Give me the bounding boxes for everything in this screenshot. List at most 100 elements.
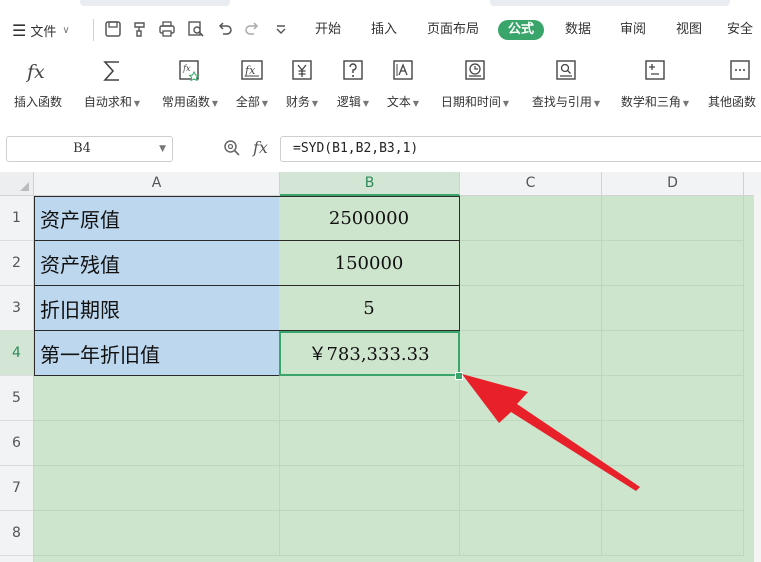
chevron-down-icon[interactable]: ▼ bbox=[159, 137, 166, 161]
name-box-value: B4 bbox=[73, 141, 91, 156]
logical-functions-button[interactable]: 逻辑 ▼ bbox=[333, 54, 373, 114]
more-functions-label: 其他函数 bbox=[708, 95, 757, 109]
tab-formulas[interactable]: 公式 bbox=[498, 20, 545, 40]
all-functions-label: 全部 bbox=[235, 95, 260, 109]
print-icon[interactable] bbox=[158, 20, 176, 38]
star-function-icon: fx bbox=[178, 58, 202, 84]
cell-a7[interactable] bbox=[34, 466, 280, 511]
cell-b2[interactable]: 150000 bbox=[279, 241, 460, 286]
cell-c1[interactable] bbox=[460, 196, 602, 241]
row-header-5[interactable]: 5 bbox=[0, 376, 33, 421]
tab-data[interactable]: 数据 bbox=[560, 20, 596, 40]
text-label: 文本 bbox=[386, 95, 411, 109]
cell-c7[interactable] bbox=[460, 466, 602, 511]
row-header-2[interactable]: 2 bbox=[0, 241, 33, 286]
cell-c2[interactable] bbox=[460, 241, 602, 286]
cell-a3[interactable]: 折旧期限 bbox=[34, 286, 280, 331]
cell-b4[interactable]: ￥783,333.33 bbox=[279, 331, 460, 376]
column-header-e[interactable] bbox=[744, 172, 761, 195]
cell-d1[interactable] bbox=[602, 196, 744, 241]
save-icon[interactable] bbox=[104, 20, 122, 38]
common-functions-button[interactable]: fx 常用函数 ▼ bbox=[154, 54, 226, 114]
financial-functions-button[interactable]: 财务 ▼ bbox=[282, 54, 322, 114]
tab-security[interactable]: 安全 bbox=[727, 20, 761, 40]
cell-c4[interactable] bbox=[460, 331, 602, 376]
file-menu[interactable]: ☰ 文件 ∨ bbox=[12, 19, 70, 41]
column-header-c[interactable]: C bbox=[460, 172, 602, 195]
function-box-icon: fx bbox=[240, 58, 264, 84]
name-box[interactable]: B4 ▼ bbox=[6, 136, 173, 162]
customize-toolbar-icon[interactable] bbox=[272, 20, 290, 38]
cell-b7[interactable] bbox=[280, 466, 460, 511]
cell-b3[interactable]: 5 bbox=[279, 286, 460, 331]
dropdown-arrow-icon: ▼ bbox=[682, 99, 690, 108]
cell-b8[interactable] bbox=[280, 511, 460, 556]
cell-d8[interactable] bbox=[602, 511, 744, 556]
spreadsheet-grid[interactable]: A B C D 1 2 3 4 5 6 7 8 资产原值 2500000 资产残… bbox=[0, 172, 761, 562]
all-functions-button[interactable]: fx 全部 ▼ bbox=[232, 54, 272, 114]
print-preview-icon[interactable] bbox=[187, 20, 205, 38]
row-header-8[interactable]: 8 bbox=[0, 511, 33, 556]
cell-d5[interactable] bbox=[602, 376, 744, 421]
column-header-b[interactable]: B bbox=[280, 172, 460, 196]
redo-icon[interactable] bbox=[243, 20, 261, 38]
cell-c6[interactable] bbox=[460, 421, 602, 466]
tab-insert[interactable]: 插入 bbox=[366, 20, 402, 40]
date-time-functions-button[interactable]: 日期和时间 ▼ bbox=[433, 54, 517, 114]
question-box-icon bbox=[341, 58, 365, 84]
insert-function-button[interactable]: fx 插入函数 bbox=[6, 54, 70, 114]
cell-c8[interactable] bbox=[460, 511, 602, 556]
more-functions-button[interactable]: 其他函数 bbox=[704, 54, 761, 114]
row-header-7[interactable]: 7 bbox=[0, 466, 33, 511]
column-header-a[interactable]: A bbox=[34, 172, 280, 195]
magnifier-icon[interactable] bbox=[223, 139, 241, 157]
dropdown-arrow-icon: ▼ bbox=[502, 99, 510, 108]
row-header-1[interactable]: 1 bbox=[0, 196, 33, 241]
cell-a8[interactable] bbox=[34, 511, 280, 556]
dropdown-arrow-icon: ▼ bbox=[362, 99, 370, 108]
select-all-corner[interactable] bbox=[0, 172, 34, 195]
column-header-d[interactable]: D bbox=[602, 172, 744, 195]
dropdown-arrow-icon: ▼ bbox=[133, 99, 141, 108]
dropdown-arrow-icon: ▼ bbox=[211, 99, 219, 108]
cell-a5[interactable] bbox=[34, 376, 280, 421]
math-icon bbox=[643, 58, 667, 84]
lookup-reference-button[interactable]: 查找与引用 ▼ bbox=[524, 54, 608, 114]
more-functions-icon bbox=[728, 58, 752, 84]
cell-d3[interactable] bbox=[602, 286, 744, 331]
cell-c3[interactable] bbox=[460, 286, 602, 331]
cell-a2[interactable]: 资产残值 bbox=[34, 241, 280, 286]
cell-c5[interactable] bbox=[460, 376, 602, 421]
math-trig-button[interactable]: 数学和三角 ▼ bbox=[613, 54, 697, 114]
undo-icon[interactable] bbox=[216, 20, 234, 38]
math-label: 数学和三角 bbox=[620, 95, 681, 109]
format-painter-icon[interactable] bbox=[131, 20, 149, 38]
cell-b5[interactable] bbox=[280, 376, 460, 421]
cell-a1[interactable]: 资产原值 bbox=[34, 196, 280, 241]
formula-input[interactable]: =SYD(B1,B2,B3,1) bbox=[280, 136, 761, 162]
fx-icon: fx bbox=[25, 58, 50, 84]
cell-d2[interactable] bbox=[602, 241, 744, 286]
cell-b1[interactable]: 2500000 bbox=[279, 196, 460, 241]
dropdown-arrow-icon: ▼ bbox=[311, 99, 319, 108]
cell-d6[interactable] bbox=[602, 421, 744, 466]
autosum-button[interactable]: 自动求和 ▼ bbox=[76, 54, 148, 114]
formula-bar: B4 ▼ fx =SYD(B1,B2,B3,1) bbox=[0, 120, 761, 172]
tab-page-layout[interactable]: 页面布局 bbox=[422, 20, 484, 40]
row-header-4[interactable]: 4 bbox=[0, 331, 33, 376]
tab-view[interactable]: 视图 bbox=[671, 20, 707, 40]
fx-icon[interactable]: fx bbox=[253, 138, 268, 157]
cell-a4[interactable]: 第一年折旧值 bbox=[34, 331, 280, 376]
cell-d4[interactable] bbox=[602, 331, 744, 376]
row-header-3[interactable]: 3 bbox=[0, 286, 33, 331]
cell-d7[interactable] bbox=[602, 466, 744, 511]
fill-handle[interactable] bbox=[455, 372, 463, 380]
cell-a6[interactable] bbox=[34, 421, 280, 466]
row-header-6[interactable]: 6 bbox=[0, 421, 33, 466]
vertical-scrollbar[interactable] bbox=[753, 195, 761, 562]
menu-bar: ☰ 文件 ∨ 开始 插入 页面布局 公式 数据 审阅 视图 安全 bbox=[0, 0, 761, 50]
tab-home[interactable]: 开始 bbox=[310, 20, 346, 40]
tab-review[interactable]: 审阅 bbox=[615, 20, 651, 40]
cell-b6[interactable] bbox=[280, 421, 460, 466]
text-functions-button[interactable]: 文本 ▼ bbox=[383, 54, 423, 114]
